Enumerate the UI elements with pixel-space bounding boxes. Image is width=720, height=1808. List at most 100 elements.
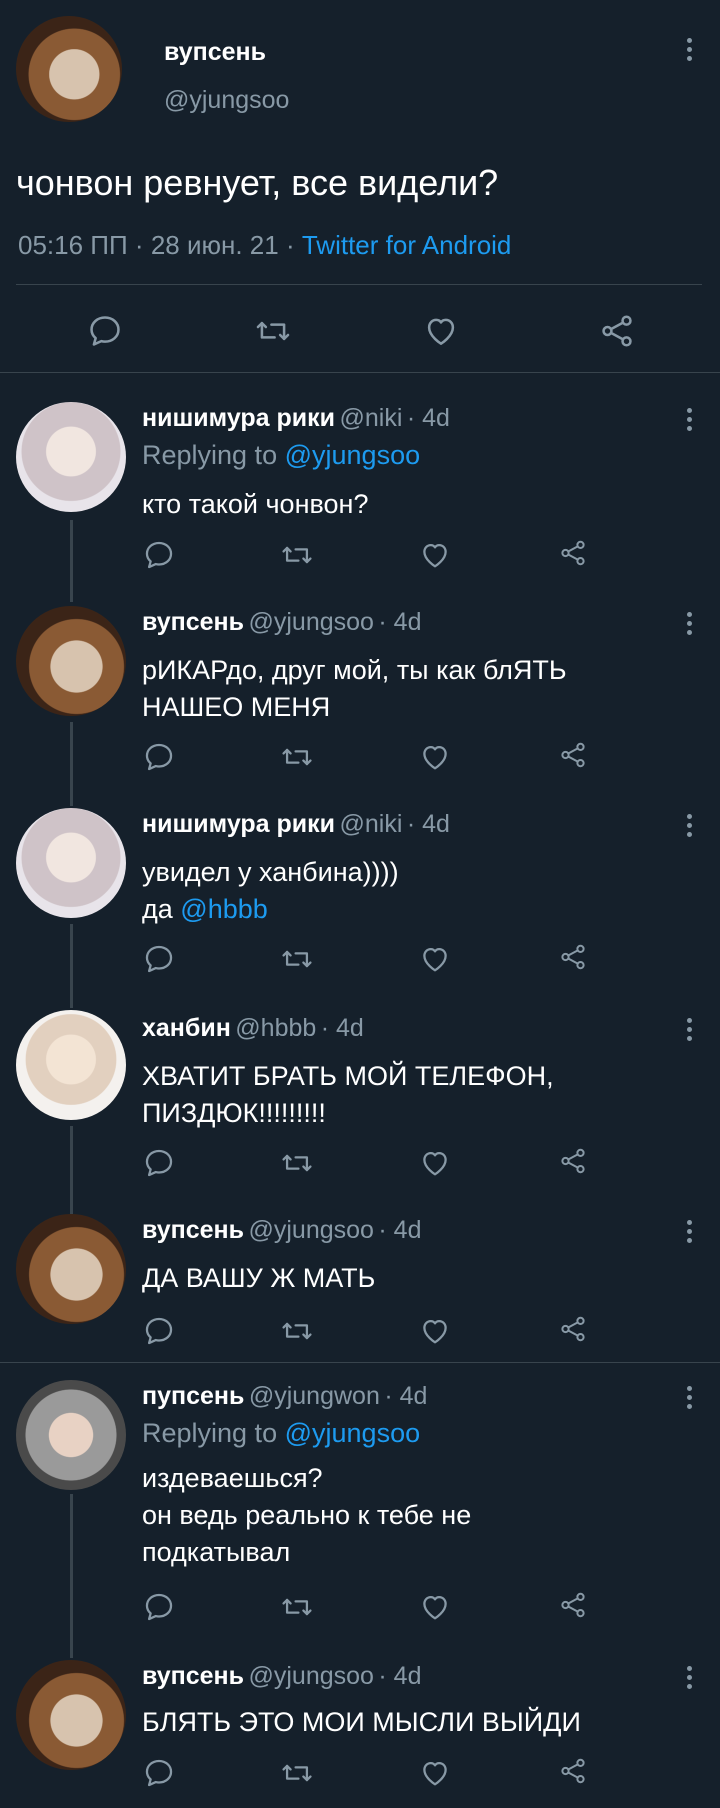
- divider: [0, 1362, 720, 1363]
- reply-text-line: ХВАТИТ БРАТЬ МОЙ ТЕЛЕФОН,: [142, 1061, 554, 1091]
- author-handle[interactable]: @niki: [340, 810, 403, 838]
- reply-icon[interactable]: [86, 312, 124, 350]
- heart-icon[interactable]: [418, 1146, 452, 1180]
- reply-text-line: он ведь реально к тебе не: [142, 1500, 472, 1530]
- reply-icon[interactable]: [142, 1146, 176, 1180]
- reply-header: ханбин @hbbb · 4d: [142, 1014, 364, 1043]
- heart-icon[interactable]: [418, 538, 452, 572]
- avatar[interactable]: [16, 402, 126, 512]
- retweet-icon[interactable]: [280, 942, 314, 976]
- reply-text-line: издеваешься?: [142, 1463, 323, 1493]
- avatar[interactable]: [16, 1214, 126, 1324]
- avatar[interactable]: [16, 606, 126, 716]
- avatar[interactable]: [16, 1010, 126, 1120]
- reply-text: БЛЯТЬ ЭТО МОИ МЫСЛИ ВЫЙДИ: [142, 1707, 581, 1737]
- author-handle[interactable]: @yjungsoo: [248, 1662, 373, 1690]
- author-handle[interactable]: @yjungsoo: [248, 608, 373, 636]
- retweet-icon[interactable]: [280, 1146, 314, 1180]
- tweet-time: 05:16 ПП: [18, 230, 128, 260]
- more-icon[interactable]: [684, 1018, 694, 1048]
- retweet-icon[interactable]: [254, 312, 292, 350]
- share-icon[interactable]: [558, 1590, 588, 1620]
- author-name[interactable]: вупсень: [142, 1216, 244, 1244]
- meta-dot: ·: [285, 230, 295, 260]
- thread-line: [70, 722, 73, 806]
- reply-text-prefix: да: [142, 894, 173, 924]
- share-icon[interactable]: [558, 740, 588, 770]
- avatar[interactable]: [16, 808, 126, 918]
- reply-icon[interactable]: [142, 538, 176, 572]
- share-icon[interactable]: [558, 1146, 588, 1176]
- heart-icon[interactable]: [418, 740, 452, 774]
- reply-icon[interactable]: [142, 942, 176, 976]
- heart-icon[interactable]: [418, 942, 452, 976]
- author-name[interactable]: вупсень: [164, 38, 266, 67]
- share-icon[interactable]: [558, 1756, 588, 1786]
- author-handle[interactable]: @yjungwon: [249, 1382, 380, 1410]
- more-icon[interactable]: [684, 1666, 694, 1696]
- reply-text-line: да @hbbb: [142, 891, 399, 928]
- reply-text-line: НАШЕО МЕНЯ: [142, 692, 331, 722]
- retweet-icon[interactable]: [280, 538, 314, 572]
- reply-icon[interactable]: [142, 1756, 176, 1790]
- reply-icon[interactable]: [142, 1590, 176, 1624]
- heart-icon[interactable]: [422, 312, 460, 350]
- replying-prefix: Replying to: [142, 440, 278, 470]
- reply-text-line: увидел у ханбина)))): [142, 857, 399, 887]
- avatar[interactable]: [16, 1380, 126, 1490]
- thread-line: [70, 924, 73, 1008]
- reply-icon[interactable]: [142, 740, 176, 774]
- reply-icon[interactable]: [142, 1314, 176, 1348]
- replying-to: Replying to @yjungsoo: [142, 440, 420, 471]
- mention-link[interactable]: @yjungsoo: [285, 1418, 421, 1448]
- heart-icon[interactable]: [418, 1590, 452, 1624]
- reply-header: вупсень @yjungsoo · 4d: [142, 1216, 421, 1245]
- reply-text: кто такой чонвон?: [142, 489, 369, 519]
- heart-icon[interactable]: [418, 1314, 452, 1348]
- tweet-source[interactable]: Twitter for Android: [302, 230, 512, 260]
- author-handle[interactable]: @yjungsoo: [248, 1216, 373, 1244]
- reply-text-line: подкатывал: [142, 1537, 291, 1567]
- avatar[interactable]: [16, 16, 122, 122]
- mention-link[interactable]: @yjungsoo: [285, 440, 421, 470]
- reply-header: вупсень @yjungsoo · 4d: [142, 1662, 421, 1691]
- replying-prefix: Replying to: [142, 1418, 278, 1448]
- author-handle[interactable]: @hbbb: [235, 1014, 316, 1042]
- tweet-age: · 4d: [320, 1014, 364, 1042]
- author-name[interactable]: вупсень: [142, 1662, 244, 1690]
- heart-icon[interactable]: [418, 1756, 452, 1790]
- tweet-age: · 4d: [406, 404, 450, 432]
- retweet-icon[interactable]: [280, 1590, 314, 1624]
- main-divider-inner: [16, 284, 702, 285]
- author-name[interactable]: нишимура рики: [142, 404, 335, 432]
- share-icon[interactable]: [558, 538, 588, 568]
- more-icon[interactable]: [684, 38, 694, 68]
- retweet-icon[interactable]: [280, 1314, 314, 1348]
- tweet-text: чонвон ревнует, все видели?: [16, 162, 499, 203]
- reply-text: ДА ВАШУ Ж МАТЬ: [142, 1263, 376, 1293]
- more-icon[interactable]: [684, 814, 694, 844]
- reply-text: издеваешься? он ведь реально к тебе не п…: [142, 1460, 471, 1571]
- reply-header: вупсень @yjungsoo · 4d: [142, 608, 421, 637]
- more-icon[interactable]: [684, 1220, 694, 1250]
- author-name[interactable]: ханбин: [142, 1014, 231, 1042]
- reply-header: пупсень @yjungwon · 4d: [142, 1382, 427, 1411]
- retweet-icon[interactable]: [280, 1756, 314, 1790]
- share-icon[interactable]: [558, 1314, 588, 1344]
- avatar[interactable]: [16, 1660, 126, 1770]
- reply-text-line: ПИЗДЮК!!!!!!!!!: [142, 1098, 326, 1128]
- retweet-icon[interactable]: [280, 740, 314, 774]
- author-name[interactable]: вупсень: [142, 608, 244, 636]
- more-icon[interactable]: [684, 1386, 694, 1416]
- more-icon[interactable]: [684, 408, 694, 438]
- author-handle[interactable]: @yjungsoo: [164, 86, 289, 115]
- meta-dot: ·: [134, 230, 144, 260]
- share-icon[interactable]: [558, 942, 588, 972]
- more-icon[interactable]: [684, 612, 694, 642]
- share-icon[interactable]: [598, 312, 636, 350]
- author-name[interactable]: нишимура рики: [142, 810, 335, 838]
- author-handle[interactable]: @niki: [340, 404, 403, 432]
- mention-link[interactable]: @hbbb: [180, 894, 267, 924]
- author-name[interactable]: пупсень: [142, 1382, 244, 1410]
- reply-text-line: рИКАРдо, друг мой, ты как блЯТЬ: [142, 655, 567, 685]
